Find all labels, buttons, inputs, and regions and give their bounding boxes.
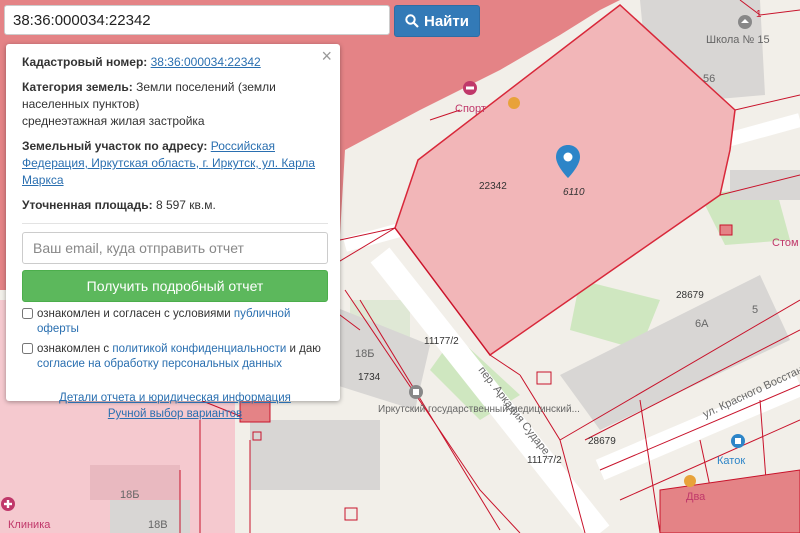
institute-label: Иркутский государственный медицинский... bbox=[378, 404, 580, 415]
small-parcel-4 bbox=[719, 224, 733, 236]
search-bar: Найти bbox=[4, 5, 480, 37]
katok-label: Каток bbox=[717, 455, 745, 467]
details-link[interactable]: Детали отчета и юридическая информация bbox=[59, 392, 291, 404]
manual-select-link[interactable]: Ручной выбор вариантов bbox=[108, 408, 242, 420]
search-input[interactable] bbox=[4, 5, 390, 35]
address-label: Земельный участок по адресу: bbox=[22, 139, 208, 153]
search-icon bbox=[405, 14, 419, 28]
parcel-number-label: 22342 bbox=[479, 181, 507, 192]
sport-icon bbox=[463, 81, 477, 95]
privacy-policy-link[interactable]: политикой конфиденциальности bbox=[112, 343, 286, 355]
address-row: Земельный участок по адресу: Российская … bbox=[22, 138, 328, 189]
cadastral-label: Кадастровый номер: bbox=[22, 55, 148, 69]
parcel-28679-label-a: 28679 bbox=[676, 290, 704, 301]
building-18b-label-b: 18Б bbox=[120, 489, 139, 501]
skating-icon bbox=[731, 434, 745, 448]
dva-label: Два bbox=[686, 491, 706, 503]
personal-data-link[interactable]: согласие на обработку персональных данны… bbox=[37, 358, 282, 370]
parcel-11177-label-a: 11177/2 bbox=[424, 336, 459, 347]
building-6a-label: 6А bbox=[695, 318, 709, 330]
consent-privacy-text: ознакомлен с политикой конфиденциальност… bbox=[37, 342, 328, 372]
building-5-label: 5 bbox=[752, 304, 758, 316]
area-row: Уточненная площадь: 8 597 кв.м. bbox=[22, 197, 328, 214]
close-icon[interactable]: × bbox=[321, 47, 332, 65]
consent-offer-checkbox[interactable] bbox=[22, 308, 33, 319]
divider bbox=[22, 223, 328, 224]
university-icon bbox=[409, 385, 423, 399]
panel-links: Детали отчета и юридическая информация Р… bbox=[22, 390, 328, 422]
consent-privacy-checkbox[interactable] bbox=[22, 343, 33, 354]
search-button-label: Найти bbox=[424, 12, 469, 30]
consent-offer: ознакомлен и согласен с условиями публич… bbox=[22, 307, 328, 337]
parcel-info-panel: × Кадастровый номер: 38:36:000034:22342 … bbox=[6, 44, 340, 420]
building-sw bbox=[250, 420, 380, 490]
parcel-1734-label: 1734 bbox=[358, 372, 381, 383]
consent-privacy-prefix: ознакомлен с bbox=[37, 343, 110, 355]
category-row: Категория земель: Земли поселений (земли… bbox=[22, 79, 328, 130]
consent-offer-text: ознакомлен и согласен с условиями публич… bbox=[37, 307, 328, 337]
category-sub: среднеэтажная жилая застройка bbox=[22, 114, 205, 128]
stom-label: Стом bbox=[772, 237, 799, 249]
consent-privacy-mid: и даю bbox=[289, 343, 321, 355]
medical-cross-icon bbox=[1, 497, 15, 511]
cadastral-link[interactable]: 38:36:000034:22342 bbox=[151, 55, 261, 69]
number-1-label: 1 bbox=[756, 9, 762, 20]
parcel-28679-label-b: 28679 bbox=[588, 436, 616, 447]
area-label: Уточненная площадь: bbox=[22, 198, 153, 212]
building-right bbox=[730, 170, 800, 200]
area-value: 8 597 кв.м. bbox=[155, 198, 216, 212]
search-button[interactable]: Найти bbox=[394, 5, 480, 37]
klinika-label: Клиника bbox=[8, 519, 51, 531]
building-56-label: 56 bbox=[703, 73, 715, 85]
email-field[interactable] bbox=[22, 232, 328, 264]
building-18v-label: 18В bbox=[148, 519, 168, 531]
consent-privacy: ознакомлен с политикой конфиденциальност… bbox=[22, 342, 328, 372]
category-label: Категория земель: bbox=[22, 80, 133, 94]
shop-icon bbox=[508, 97, 520, 109]
get-report-button[interactable]: Получить подробный отчет bbox=[22, 270, 328, 302]
cadastral-row: Кадастровый номер: 38:36:000034:22342 bbox=[22, 54, 328, 71]
marker-number-label: 6110 bbox=[563, 187, 585, 198]
shop-icon-2 bbox=[684, 475, 696, 487]
school-label: Школа № 15 bbox=[706, 34, 770, 46]
building-18b-label-a: 18Б bbox=[355, 348, 374, 360]
school-icon bbox=[738, 15, 752, 29]
consent-offer-prefix: ознакомлен и согласен с условиями bbox=[37, 308, 231, 320]
sport-label: Спорт bbox=[455, 103, 486, 115]
